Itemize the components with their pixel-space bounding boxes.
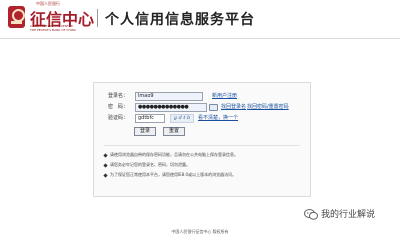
captcha-input[interactable]: gdtbfc <box>135 114 165 123</box>
captcha-image[interactable]: g d t b <box>170 114 194 123</box>
brand-english-name: CREDIT REFERENCE CENTER THE PEOPLE'S BAN… <box>30 25 98 32</box>
wechat-bubble-icon <box>304 209 318 220</box>
header-rule <box>0 38 400 39</box>
watermark-text: 我的行业解说 <box>321 210 376 220</box>
header-divider <box>97 9 98 27</box>
notice-text: 请使用浏览器自带的保存密码功能，且请勿在公共电脑上保存登录信息。 <box>110 152 238 157</box>
username-input[interactable]: lmao9 <box>135 92 203 101</box>
notice-text: 请您务必牢记您的登录名、密码，切勿泄露。 <box>110 162 190 167</box>
notice-item: 请使用浏览器自带的保存密码功能，且请勿在公共电脑上保存登录信息。 <box>103 152 238 158</box>
username-row: 登录名： lmao9 新用户注册 <box>108 92 308 101</box>
reset-button[interactable]: 重置 <box>163 127 185 136</box>
notice-divider <box>104 145 300 146</box>
captcha-row: 验证码： gdtbfc g d t b 看不清楚，换一个 <box>108 114 308 123</box>
password-label: 密 码： <box>108 104 129 110</box>
bullet-icon <box>103 172 108 178</box>
wechat-watermark: 我的行业解说 <box>304 208 390 222</box>
bullet-icon <box>103 162 108 168</box>
credit-center-emblem-icon <box>8 6 25 28</box>
password-input[interactable]: ●●●●●●●●●●●●● <box>135 103 207 112</box>
refresh-captcha-link[interactable]: 看不清楚，换一个 <box>198 114 238 123</box>
forgot-password-link[interactable]: 找回密码/重置密码 <box>247 103 289 112</box>
login-panel: 登录名： lmao9 新用户注册 密 码： ●●●●●●●●●●●●● 找回登录… <box>93 82 311 197</box>
username-label: 登录名： <box>108 93 129 99</box>
page-footer: 中国人民银行征信中心 版权所有 <box>171 229 229 234</box>
notice-text: 为了保证您正常使用本平台，请您使用IE8.0或以上版本的浏览器访问。 <box>110 172 237 177</box>
soft-keyboard-icon[interactable] <box>209 104 218 111</box>
forgot-login-name-link[interactable]: 找回登录名 <box>221 103 246 112</box>
password-row: 密 码： ●●●●●●●●●●●●● 找回登录名 找回密码/重置密码 <box>108 103 308 112</box>
register-link[interactable]: 新用户注册 <box>212 92 237 101</box>
brand-english-line: THE PEOPLE'S BANK OF CHINA <box>30 27 76 32</box>
bullet-icon <box>103 152 108 158</box>
login-button[interactable]: 登录 <box>134 127 156 136</box>
notice-item: 请您务必牢记您的登录名、密码，切勿泄露。 <box>103 162 190 168</box>
platform-title: 个人信用信息服务平台 <box>105 12 255 28</box>
notice-item: 为了保证您正常使用本平台，请您使用IE8.0或以上版本的浏览器访问。 <box>103 172 237 178</box>
captcha-label: 验证码： <box>108 115 129 121</box>
page-header: 中国人民银行 征信中心 CREDIT REFERENCE CENTER THE … <box>0 0 400 38</box>
